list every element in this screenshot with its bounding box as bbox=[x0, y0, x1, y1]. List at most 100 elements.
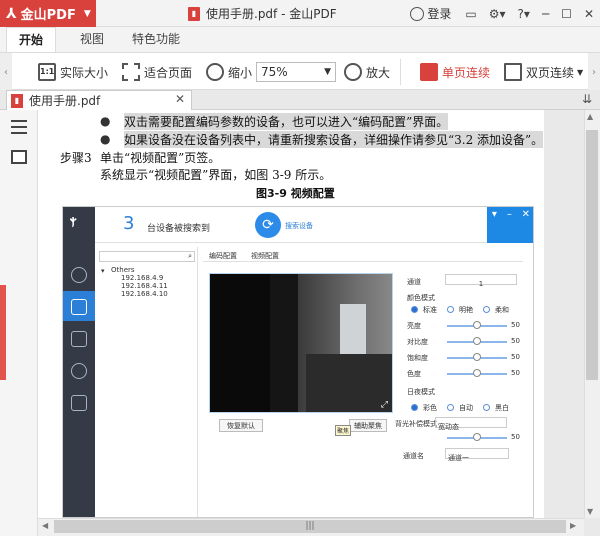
figure-color-mode: 柔和 bbox=[495, 306, 509, 314]
figure-refresh-icon: ⟳ bbox=[255, 212, 281, 238]
figure-day-night: 彩色 bbox=[423, 404, 437, 412]
zoom-out-icon bbox=[206, 63, 224, 81]
maximize-button[interactable]: ☐ bbox=[561, 7, 572, 21]
zoom-in-button[interactable]: 放大 bbox=[344, 53, 390, 91]
figure-copy-icon bbox=[71, 395, 87, 411]
tab-start[interactable]: 开始 bbox=[6, 27, 57, 52]
actual-size-label: 实际大小 bbox=[60, 65, 109, 80]
ribbon-tabs: 开始 视图 特色功能 bbox=[0, 27, 600, 52]
step-result: 系统显示“视频配置”界面，如图 3-9 所示。 bbox=[100, 168, 332, 182]
figure-radio bbox=[447, 404, 454, 411]
scroll-left-icon[interactable]: ◀ bbox=[42, 521, 48, 530]
window-controls: 登录 ▭ ⚙▾ ?▾ ─ ☐ ✕ bbox=[410, 0, 600, 27]
toolbar-scroll-left-icon[interactable]: ‹ bbox=[0, 53, 12, 91]
figure-radio bbox=[447, 306, 454, 313]
figure-logo-icon: ⲯ bbox=[70, 213, 77, 227]
figure-day-night: 自动 bbox=[459, 404, 473, 412]
help-icon[interactable]: ?▾ bbox=[518, 7, 530, 21]
figure-tree-caret-icon: ▾ bbox=[101, 267, 105, 275]
figure-caption: 图3-9 视频配置 bbox=[256, 187, 335, 200]
figure-radio bbox=[411, 404, 418, 411]
figure-slider-value: 50 bbox=[511, 321, 520, 329]
zoom-out-button[interactable]: 缩小 bbox=[206, 53, 252, 91]
chevron-down-icon: ▼ bbox=[577, 67, 584, 77]
app-brand: 金山PDF bbox=[20, 8, 76, 23]
figure-slider-knob bbox=[473, 353, 481, 361]
figure-tab-encode: 编码配置 bbox=[209, 252, 237, 260]
vertical-scrollbar-thumb[interactable] bbox=[586, 130, 598, 380]
single-page-label: 单页连续 bbox=[442, 65, 491, 80]
double-page-icon bbox=[504, 63, 522, 81]
figure-menu-icon: ▾ bbox=[491, 209, 497, 220]
figure-upgrade-icon bbox=[71, 363, 87, 379]
tab-view[interactable]: 视图 bbox=[68, 27, 116, 52]
figure-slider-knob bbox=[473, 433, 481, 441]
horizontal-scrollbar-thumb[interactable]: ||| bbox=[54, 520, 566, 533]
double-page-continuous-button[interactable]: 双页连续 ▼ bbox=[504, 53, 583, 91]
figure-screenshot: ⲯ 3 台设备被搜索到 ⟳ 搜索设备 ▾ – ✕ ⌕ ▾ Others 192.… bbox=[62, 206, 534, 518]
login-button[interactable]: 登录 bbox=[410, 5, 451, 22]
figure-channel-value: 1 bbox=[478, 280, 484, 288]
scroll-down-icon[interactable]: ▼ bbox=[587, 507, 593, 516]
window-title-text: 使用手册.pdf - 金山PDF bbox=[206, 7, 337, 21]
figure-search-btn: 搜索设备 bbox=[285, 222, 313, 230]
sidebar-toggle-handle[interactable] bbox=[0, 285, 6, 380]
figure-channel-name-input: 通道一 bbox=[445, 448, 509, 462]
app-menu-button[interactable]: ⅄ 金山PDF ▼ bbox=[0, 0, 96, 27]
figure-radio bbox=[483, 306, 490, 313]
actual-size-button[interactable]: 1:1 实际大小 bbox=[38, 53, 108, 91]
tab-features[interactable]: 特色功能 bbox=[120, 27, 192, 52]
scroll-right-icon[interactable]: ▶ bbox=[570, 521, 576, 530]
figure-backlight-select: 宽动态 bbox=[435, 417, 507, 431]
figure-slider-label: 对比度 bbox=[407, 338, 428, 346]
document-tab-label: 使用手册.pdf bbox=[29, 94, 101, 108]
figure-tab-line bbox=[203, 261, 523, 262]
actual-size-icon: 1:1 bbox=[38, 63, 56, 81]
figure-slider-value: 50 bbox=[511, 369, 520, 377]
scroll-up-icon[interactable]: ▲ bbox=[587, 112, 593, 121]
figure-tools-icon bbox=[71, 331, 87, 347]
figure-device-count: 3 bbox=[123, 213, 135, 234]
tab-options-icon[interactable]: ⇊ bbox=[582, 92, 592, 106]
figure-device: 192.168.4.11 bbox=[121, 282, 168, 290]
fit-page-label: 适合页面 bbox=[144, 65, 193, 80]
figure-ip-icon bbox=[71, 267, 87, 283]
zoom-in-label: 放大 bbox=[366, 65, 391, 80]
figure-divider bbox=[197, 247, 198, 517]
message-icon[interactable]: ▭ bbox=[465, 7, 476, 21]
figure-found-text: 台设备被搜索到 bbox=[147, 224, 211, 234]
thumbnails-icon[interactable] bbox=[11, 150, 27, 164]
app-window: ⅄ 金山PDF ▼ ▮ 使用手册.pdf - 金山PDF 登录 ▭ ⚙▾ ?▾ … bbox=[0, 0, 600, 536]
figure-slider-knob bbox=[473, 337, 481, 345]
zoom-value: 75% bbox=[261, 65, 288, 79]
pdf-file-icon: ▮ bbox=[188, 6, 200, 21]
login-label: 登录 bbox=[427, 7, 452, 21]
figure-tooltip: 聚焦 bbox=[335, 425, 352, 436]
toolbar-scroll-right-icon[interactable]: › bbox=[588, 53, 600, 91]
zoom-select[interactable]: 75% ▼ bbox=[256, 62, 336, 82]
single-page-continuous-button[interactable]: 单页连续 bbox=[420, 53, 490, 91]
toolbar: ‹ 1:1 实际大小 适合页面 缩小 75% ▼ 放大 单页连续 双页连续 ▼ … bbox=[0, 52, 600, 91]
fit-page-button[interactable]: 适合页面 bbox=[122, 53, 192, 91]
outline-icon[interactable] bbox=[11, 120, 27, 134]
figure-restore-btn: 恢复默认 bbox=[219, 419, 263, 432]
single-page-icon bbox=[420, 63, 438, 81]
close-button[interactable]: ✕ bbox=[584, 7, 594, 21]
gear-icon[interactable]: ⚙▾ bbox=[489, 7, 506, 21]
figure-backlight-label: 背光补偿模式 bbox=[395, 420, 437, 428]
double-page-label: 双页连续 bbox=[526, 65, 575, 80]
video-corridor-light bbox=[340, 304, 366, 354]
close-icon[interactable]: ✕ bbox=[175, 92, 185, 106]
figure-slider-knob bbox=[473, 321, 481, 329]
figure-tree-root: Others bbox=[111, 266, 135, 274]
figure-video-preview: ⤢ bbox=[209, 273, 393, 413]
figure-search-icon: ⌕ bbox=[188, 252, 192, 260]
title-bar: ⅄ 金山PDF ▼ ▮ 使用手册.pdf - 金山PDF 登录 ▭ ⚙▾ ?▾ … bbox=[0, 0, 600, 27]
figure-slider-value: 50 bbox=[511, 433, 520, 441]
figure-slider-label: 色度 bbox=[407, 370, 421, 378]
fit-page-icon bbox=[122, 63, 140, 81]
figure-slider-label: 亮度 bbox=[407, 322, 421, 330]
document-tab[interactable]: ▮ 使用手册.pdf ✕ bbox=[6, 90, 192, 110]
figure-slider-value: 50 bbox=[511, 337, 520, 345]
minimize-button[interactable]: ─ bbox=[542, 7, 549, 21]
